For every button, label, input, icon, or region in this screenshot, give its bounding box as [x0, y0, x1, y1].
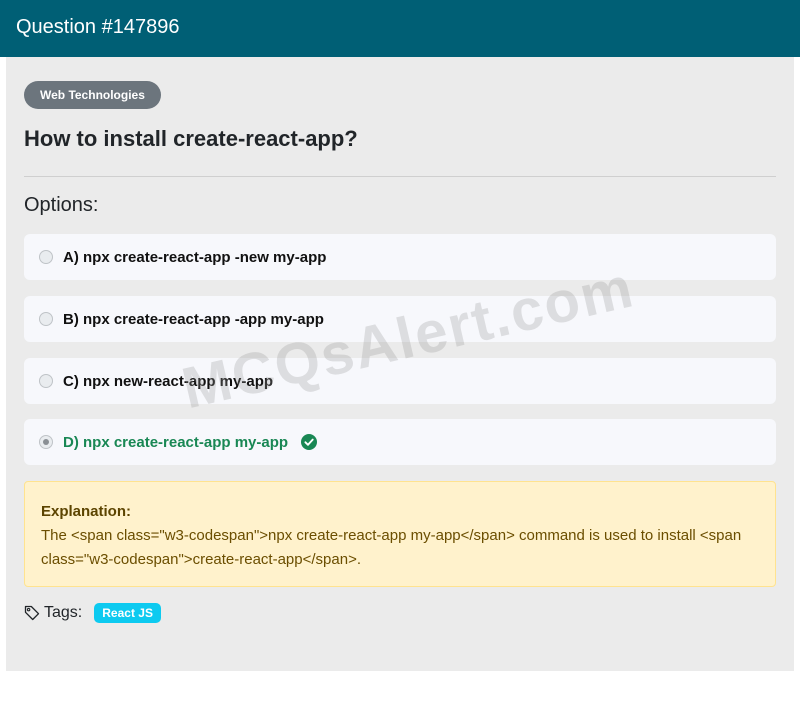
option-c[interactable]: C) npx new-react-app my-app — [24, 358, 776, 404]
tags-row: Tags: React JS — [24, 603, 161, 623]
option-b-label: B) npx create-react-app -app my-app — [63, 310, 324, 328]
option-b-radio[interactable] — [39, 312, 53, 326]
divider — [24, 176, 776, 177]
explanation-title: Explanation: — [41, 503, 132, 520]
question-title: How to install create-react-app? — [24, 126, 358, 151]
question-header: Question #147896 — [0, 0, 800, 57]
page: Question #147896 Web Technologies How to… — [0, 0, 800, 702]
explanation-text: The <span class="w3-codespan">npx create… — [41, 527, 742, 568]
tag-icon — [24, 605, 40, 621]
explanation-box: Explanation: The <span class="w3-codespa… — [24, 481, 776, 587]
option-d-radio[interactable] — [39, 435, 53, 449]
option-a-radio[interactable] — [39, 250, 53, 264]
options-label: Options: — [24, 194, 99, 216]
category-badge[interactable]: Web Technologies — [24, 81, 161, 109]
check-circle-icon — [301, 434, 318, 450]
question-card: Web Technologies How to install create-r… — [6, 57, 794, 671]
option-d[interactable]: D) npx create-react-app my-app — [24, 419, 776, 465]
option-c-radio[interactable] — [39, 374, 53, 388]
option-a-label: A) npx create-react-app -new my-app — [63, 248, 327, 266]
tag-badge-react-js[interactable]: React JS — [94, 603, 161, 623]
tags-label: Tags: — [44, 604, 83, 621]
option-b[interactable]: B) npx create-react-app -app my-app — [24, 296, 776, 342]
option-a[interactable]: A) npx create-react-app -new my-app — [24, 234, 776, 280]
question-number-title: Question #147896 — [16, 16, 180, 38]
option-c-label: C) npx new-react-app my-app — [63, 372, 274, 390]
option-d-label: D) npx create-react-app my-app — [63, 433, 289, 451]
